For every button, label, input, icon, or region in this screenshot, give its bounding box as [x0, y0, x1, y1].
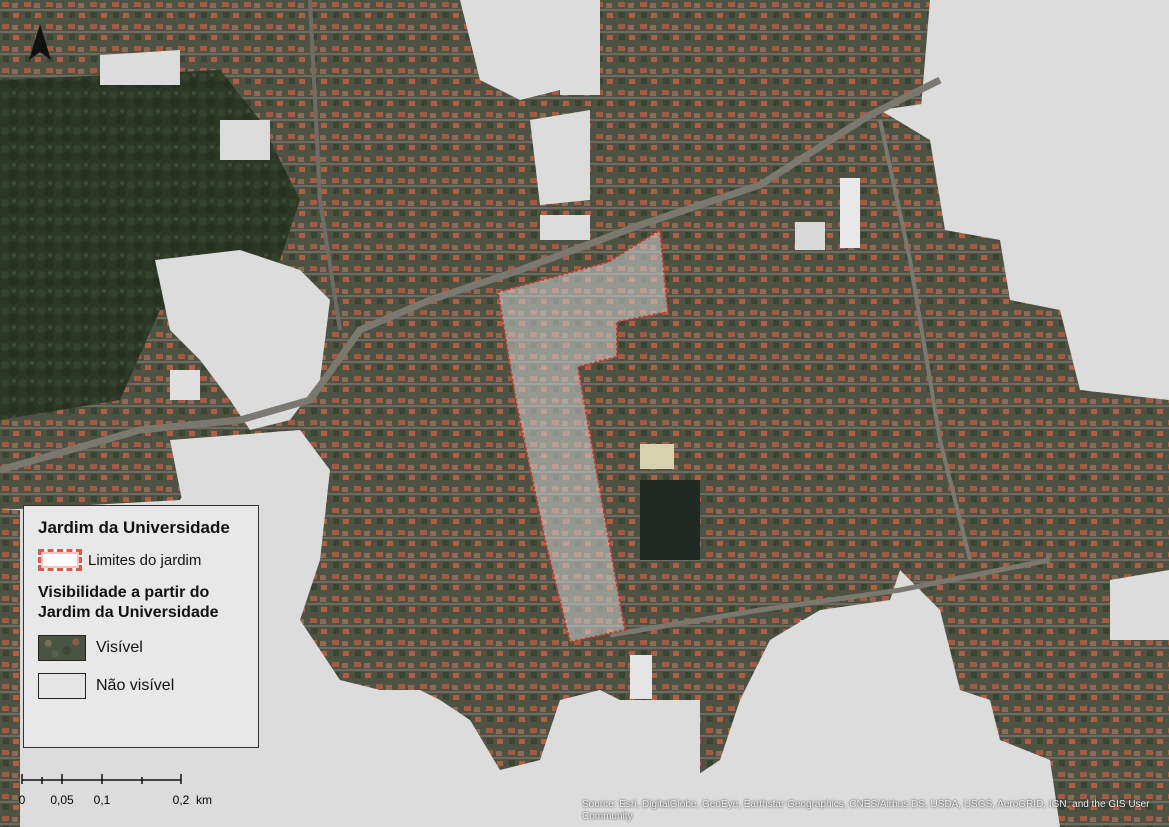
building	[630, 655, 652, 699]
not-visible-swatch	[38, 673, 86, 699]
source-attribution: Source: Esri, DigitalGlobe, GeoEye, Eart…	[582, 799, 1150, 822]
limits-swatch	[38, 549, 82, 571]
scale-unit: km	[196, 793, 212, 807]
scale-label-005: 0,05	[50, 793, 74, 807]
sports-field	[640, 480, 700, 560]
legend-title: Jardim da Universidade	[38, 518, 230, 537]
not-visible-label: Não visível	[96, 677, 175, 694]
limits-label: Limites do jardim	[88, 551, 202, 569]
scale-label-0: 0	[19, 793, 26, 807]
visible-label: Visível	[96, 639, 143, 656]
building	[640, 444, 674, 469]
legend-item-not-visible: Não visível	[38, 673, 244, 699]
visible-swatch	[38, 635, 86, 661]
legend-item-limits: Limites do jardim	[38, 549, 244, 571]
scale-label-02: 0,2	[173, 793, 190, 807]
scale-label-01: 0,1	[94, 793, 111, 807]
map-legend: Jardim da Universidade Limites do jardim…	[23, 505, 259, 748]
building	[795, 222, 825, 250]
legend-item-visible: Visível	[38, 635, 244, 661]
scale-bar: 0 0,05 0,1 0,2 km	[19, 774, 212, 807]
visibility-title: Visibilidade a partir do Jardim da Unive…	[38, 584, 219, 621]
north-arrow-icon	[29, 24, 51, 60]
building	[170, 370, 200, 400]
building	[840, 178, 860, 248]
